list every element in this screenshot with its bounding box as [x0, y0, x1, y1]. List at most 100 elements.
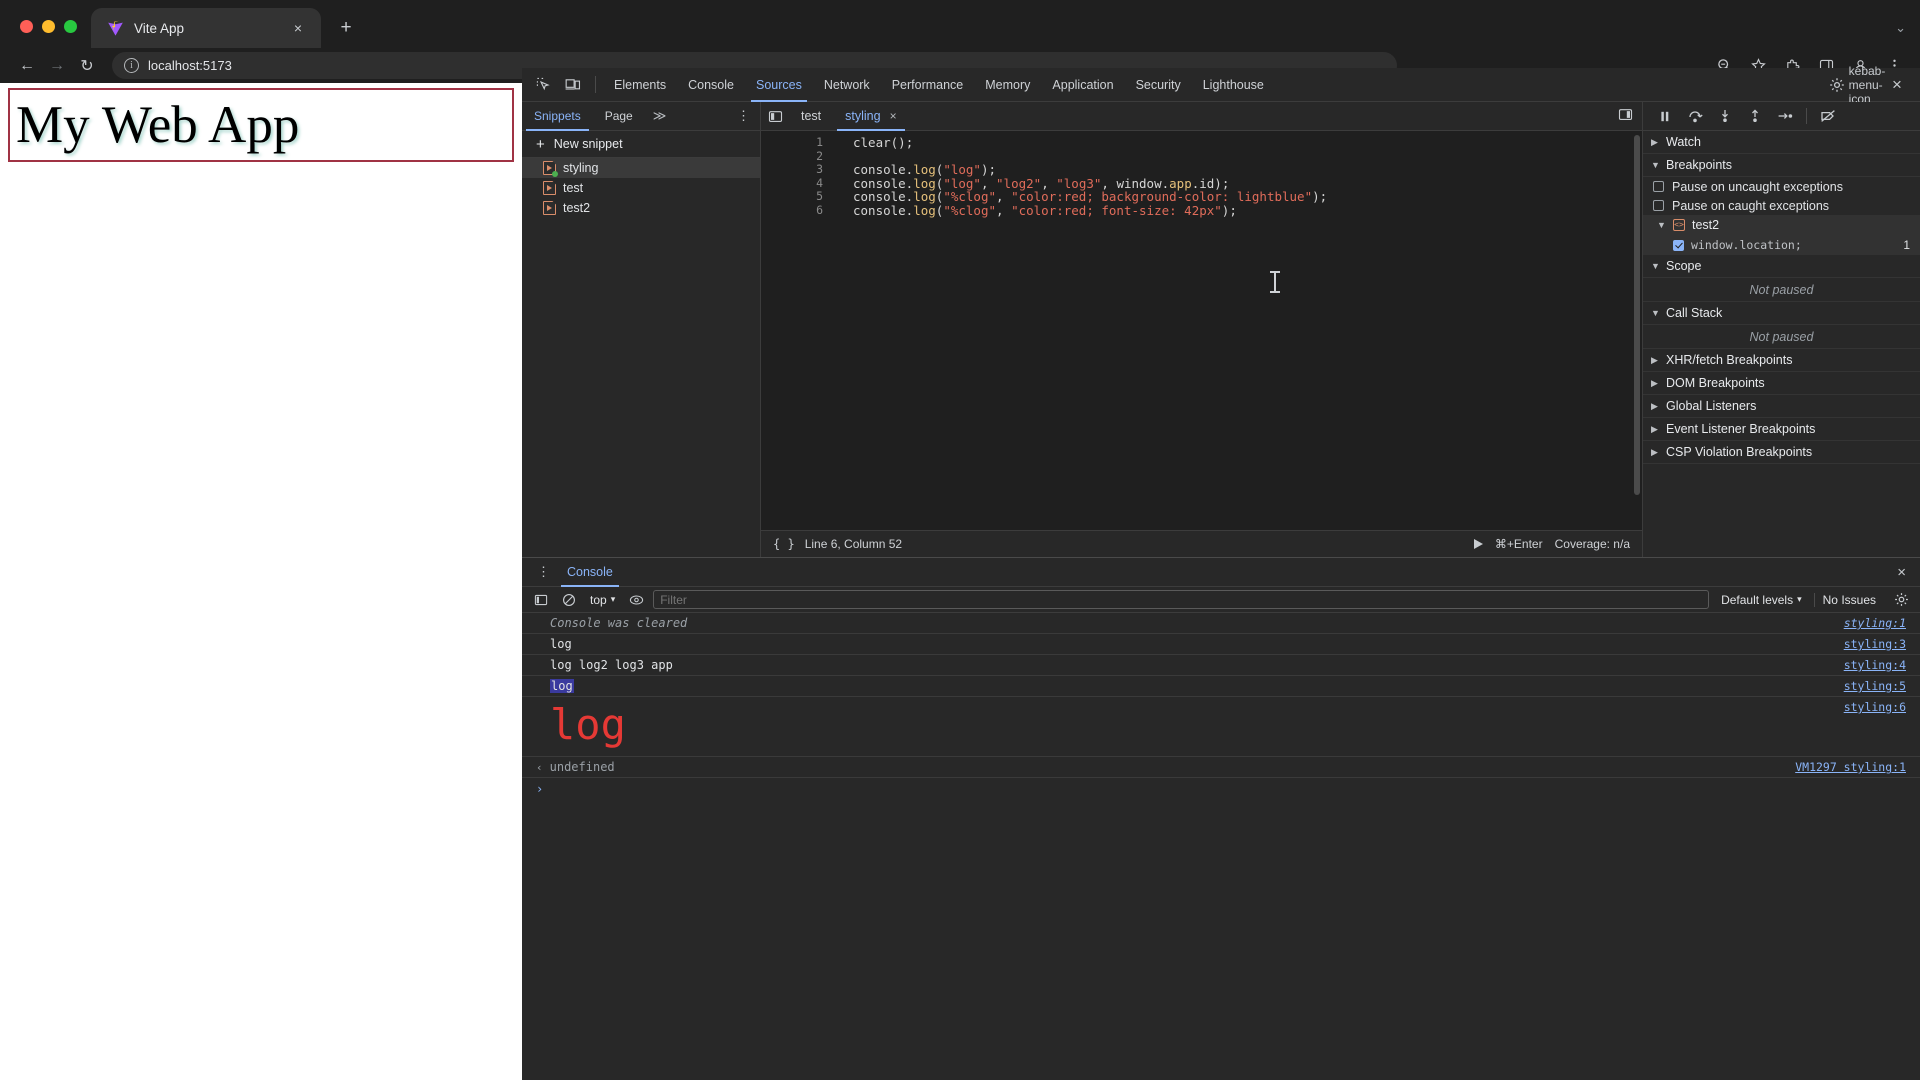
tab-application[interactable]: Application — [1041, 68, 1124, 102]
nav-tab-page[interactable]: Page — [593, 102, 645, 131]
minimize-window-button[interactable] — [42, 20, 55, 33]
inspect-element-icon[interactable] — [528, 71, 558, 99]
debugger-section-xhr-breakpoints[interactable]: ▶ XHR/fetch Breakpoints — [1643, 349, 1920, 372]
close-drawer-icon[interactable]: × — [1883, 564, 1920, 581]
maximize-window-button[interactable] — [64, 20, 77, 33]
tab-lighthouse[interactable]: Lighthouse — [1192, 68, 1275, 102]
breakpoint-enabled-checkbox[interactable] — [1673, 239, 1684, 251]
nav-tab-snippets[interactable]: Snippets — [522, 102, 593, 131]
chevron-right-icon: ▶ — [1651, 377, 1658, 388]
section-label: Event Listener Breakpoints — [1666, 422, 1816, 436]
snippet-item-styling[interactable]: styling — [522, 158, 760, 178]
chevron-right-icon: ▶ — [1651, 136, 1658, 147]
site-info-icon[interactable]: i — [124, 58, 139, 73]
issues-status[interactable]: No Issues — [1813, 592, 1884, 607]
close-icon[interactable]: × — [890, 102, 897, 131]
plus-icon: + — [536, 135, 545, 153]
editor-tab-test[interactable]: test — [789, 102, 833, 131]
debugger-section-csp-violation-breakpoints[interactable]: ▶ CSP Violation Breakpoints — [1643, 441, 1920, 464]
snippet-file-icon — [543, 181, 556, 195]
breakpoint-line-number: 1 — [1903, 238, 1910, 252]
tab-sources[interactable]: Sources — [745, 68, 813, 102]
prompt-caret-icon: › — [536, 782, 544, 796]
tab-performance[interactable]: Performance — [881, 68, 975, 102]
clear-console-icon[interactable] — [558, 589, 580, 611]
breakpoint-item[interactable]: window.location; 1 — [1643, 235, 1920, 255]
reload-button[interactable]: ↻ — [72, 51, 102, 81]
editor-tab-label: test — [801, 108, 822, 123]
editor-scrollbar[interactable] — [1634, 135, 1640, 495]
close-window-button[interactable] — [20, 20, 33, 33]
chevron-down-icon: ▾ — [610, 594, 616, 604]
pause-caught-exceptions-row[interactable]: Pause on caught exceptions — [1643, 196, 1920, 215]
pause-uncaught-exceptions-row[interactable]: Pause on uncaught exceptions — [1643, 177, 1920, 196]
debugger-section-callstack[interactable]: ▼ Call Stack — [1643, 302, 1920, 325]
debugger-section-watch[interactable]: ▶ Watch — [1643, 131, 1920, 154]
breakpoint-file-group[interactable]: ▼ <> test2 — [1643, 215, 1920, 235]
chevron-down-icon[interactable]: ⌄ — [1895, 20, 1906, 36]
console-prompt[interactable]: › — [522, 778, 1920, 800]
step-icon[interactable] — [1771, 104, 1799, 129]
tab-console[interactable]: Console — [677, 68, 745, 102]
gear-icon[interactable] — [1890, 589, 1912, 611]
message-source-link[interactable]: styling:3 — [1844, 637, 1906, 651]
console-levels-selector[interactable]: Default levels ▾ — [1715, 593, 1808, 607]
step-over-icon[interactable] — [1681, 104, 1709, 129]
tab-title: Vite App — [134, 20, 185, 36]
debugger-section-scope[interactable]: ▼ Scope — [1643, 255, 1920, 278]
console-sidebar-icon[interactable] — [530, 589, 552, 611]
back-button[interactable]: ← — [12, 51, 42, 81]
tab-memory[interactable]: Memory — [974, 68, 1041, 102]
message-source-link[interactable]: styling:6 — [1844, 700, 1906, 714]
step-into-icon[interactable] — [1711, 104, 1739, 129]
message-source-link[interactable]: styling:1 — [1844, 616, 1906, 630]
console-message: log styling:5 — [522, 676, 1920, 697]
line-text: console.log("log", "log2", "log3", windo… — [853, 175, 1230, 191]
debugger-section-global-listeners[interactable]: ▶ Global Listeners — [1643, 395, 1920, 418]
breakpoint-code: window.location; — [1691, 238, 1802, 252]
debugger-section-dom-breakpoints[interactable]: ▶ DOM Breakpoints — [1643, 372, 1920, 395]
new-tab-button[interactable]: + — [331, 13, 361, 43]
pause-caught-checkbox[interactable] — [1653, 200, 1664, 211]
drawer-tab-console[interactable]: Console — [557, 558, 623, 587]
tab-network[interactable]: Network — [813, 68, 881, 102]
gear-icon[interactable] — [1822, 71, 1852, 99]
message-source-link[interactable]: styling:5 — [1844, 679, 1906, 693]
live-expression-icon[interactable] — [625, 589, 647, 611]
drawer-tabbar: ⋮ Console × — [522, 558, 1920, 587]
close-devtools-icon[interactable]: × — [1882, 71, 1912, 99]
code-editor[interactable]: 1 clear(); 2 3 console.log("log"); 4 con… — [761, 131, 1642, 530]
editor-tab-styling[interactable]: styling × — [833, 102, 908, 131]
tab-elements[interactable]: Elements — [603, 68, 677, 102]
debugger-section-breakpoints[interactable]: ▼ Breakpoints — [1643, 154, 1920, 177]
snippet-item-test2[interactable]: test2 — [522, 198, 760, 218]
device-toolbar-icon[interactable] — [558, 71, 588, 99]
new-snippet-button[interactable]: + New snippet — [522, 131, 760, 158]
console-filter-input[interactable] — [653, 590, 1710, 609]
navigator-kebab-icon[interactable]: ⋮ — [727, 108, 760, 124]
page-title: My Web App — [16, 95, 300, 154]
deactivate-breakpoints-icon[interactable] — [1814, 104, 1842, 129]
debugger-section-event-listener-breakpoints[interactable]: ▶ Event Listener Breakpoints — [1643, 418, 1920, 441]
context-label: top — [590, 592, 607, 607]
message-source-link[interactable]: styling:4 — [1844, 658, 1906, 672]
step-out-icon[interactable] — [1741, 104, 1769, 129]
forward-button[interactable]: → — [42, 51, 72, 81]
pause-uncaught-label: Pause on uncaught exceptions — [1672, 179, 1843, 194]
pause-uncaught-checkbox[interactable] — [1653, 181, 1664, 192]
result-source-link[interactable]: VM1297 styling:1 — [1795, 760, 1906, 774]
pause-resume-icon[interactable] — [1651, 104, 1679, 129]
show-navigator-icon[interactable] — [761, 109, 789, 124]
chevron-right-icon: ▶ — [1651, 354, 1658, 365]
kebab-menu-icon[interactable]: kebab-menu-icon — [1849, 64, 1886, 106]
tab-security[interactable]: Security — [1125, 68, 1192, 102]
execution-context-selector[interactable]: top ▾ — [586, 593, 619, 607]
pretty-print-icon[interactable]: { } — [773, 537, 795, 551]
snippet-item-test[interactable]: test — [522, 178, 760, 198]
more-tabs-icon[interactable]: ≫ — [645, 108, 675, 124]
close-icon[interactable]: × — [287, 17, 309, 39]
show-debugger-icon[interactable] — [1609, 107, 1642, 125]
drawer-kebab-icon[interactable]: ⋮ — [530, 564, 557, 580]
browser-tab[interactable]: Vite App × — [91, 8, 321, 48]
run-snippet-icon[interactable] — [1473, 539, 1483, 549]
